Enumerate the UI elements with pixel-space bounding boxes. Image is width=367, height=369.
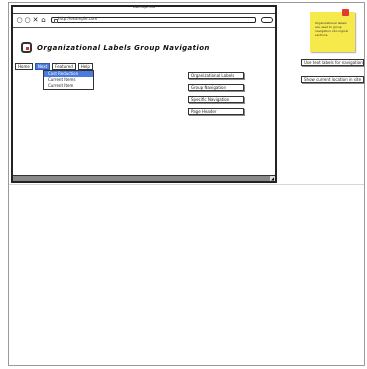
browser-toolbar: ○ ○ ✕ ⌂ http://example.com [13,14,275,27]
tab-featured[interactable]: Featured [52,63,76,70]
side-link[interactable]: Page Header [188,108,244,115]
side-link[interactable]: Group Navigation [188,84,244,91]
nav-tabs: Home Next Featured Help [15,63,95,70]
dropdown-item[interactable]: Current Item [44,83,93,89]
page-brand: Organizational Labels Group Navigation [21,42,210,53]
home-icon[interactable]: ⌂ [40,17,47,24]
side-links: Organizational Labels Group Navigation S… [188,72,244,120]
dropdown-menu: Cost Reduction Current Items Current Ite… [43,70,94,90]
side-link[interactable]: Organizational Labels [188,72,244,79]
tab-home[interactable]: Home [15,63,33,70]
sticky-note-text: Organizational labels are used to group … [315,21,349,37]
horizontal-scrollbar[interactable]: ◢ [13,175,275,181]
url-text: http://example.com [58,16,98,21]
annotation-button[interactable]: Show current location in site [301,76,364,83]
back-icon[interactable]: ○ [16,17,23,24]
tab-help[interactable]: Help [77,63,93,70]
url-bar[interactable]: http://example.com [51,16,256,23]
close-icon[interactable]: ✕ [32,17,39,24]
browser-titlebar: Web Page Title [13,5,275,14]
sticky-note[interactable]: Organizational labels are used to group … [310,9,355,52]
page-headline: Organizational Labels Group Navigation [37,43,210,52]
annotation-button[interactable]: Use text labels for navigation [301,59,364,66]
search-pill[interactable] [261,17,273,23]
pin-icon [342,9,349,16]
tab-next[interactable]: Next [34,63,51,70]
logo-icon [21,42,32,53]
forward-icon[interactable]: ○ [24,17,31,24]
side-link[interactable]: Specific Navigation [188,96,244,103]
resize-corner-icon[interactable]: ◢ [270,176,275,181]
browser-window-mockup: Web Page Title ○ ○ ✕ ⌂ http://example.co… [11,5,277,183]
canvas-divider [9,184,364,185]
page-content: Organizational Labels Group Navigation H… [13,27,275,181]
browser-title: Web Page Title [132,5,156,9]
